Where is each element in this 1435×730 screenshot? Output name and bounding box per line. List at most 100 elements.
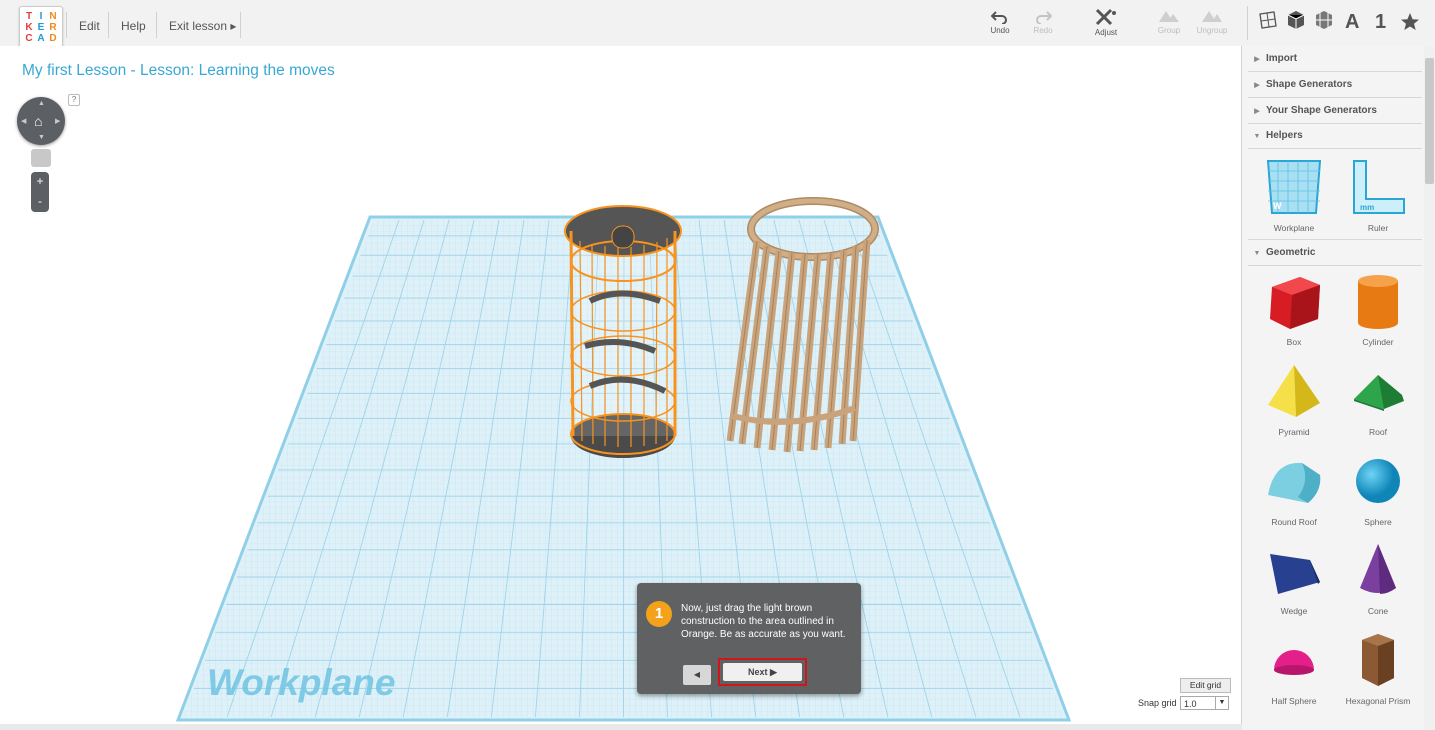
exit-lesson-menu[interactable]: Exit lesson ▸ [169, 19, 236, 33]
chevron-down-icon: ▼ [1253, 133, 1261, 140]
section-import[interactable]: ▶ Import [1248, 46, 1422, 72]
box-icon [1270, 277, 1320, 329]
shape-hexagonal-prism[interactable]: Hexagonal Prism [1336, 627, 1420, 706]
snap-grid-value: 1.0 [1184, 699, 1197, 709]
section-helpers[interactable]: ▼ Helpers [1248, 123, 1422, 149]
section-label: Import [1266, 53, 1298, 64]
design-canvas[interactable]: My first Lesson - Lesson: Learning the m… [0, 46, 1242, 724]
chevron-down-icon: ▼ [1215, 697, 1228, 709]
shape-wedge[interactable]: Wedge [1252, 537, 1336, 616]
adjust-button[interactable]: Adjust [1086, 8, 1126, 37]
half-sphere-icon [1274, 650, 1314, 675]
ruler-icon: mm [1353, 160, 1405, 214]
ungroup-label: Ungroup [1196, 26, 1228, 35]
pyramid-icon [1268, 365, 1320, 417]
wireframe-view-icon[interactable] [1314, 10, 1334, 30]
shape-sphere[interactable]: Sphere [1336, 448, 1420, 527]
shape-label: Hexagonal Prism [1345, 696, 1411, 706]
workplane-grid[interactable] [0, 46, 1241, 724]
chevron-down-icon: ▼ [1253, 250, 1261, 257]
chevron-right-icon: ▶ [1254, 108, 1260, 115]
shape-round-roof[interactable]: Round Roof [1252, 448, 1336, 527]
logo-letter: N [49, 10, 57, 22]
edit-grid-button[interactable]: Edit grid [1180, 678, 1231, 693]
logo-letter: T [25, 10, 33, 22]
section-label: Geometric [1266, 247, 1316, 258]
redo-label: Redo [1033, 26, 1053, 35]
helper-ruler[interactable]: mm Ruler [1336, 154, 1420, 233]
group-label: Group [1157, 26, 1181, 35]
divider [66, 12, 67, 38]
section-your-shape-generators[interactable]: ▶ Your Shape Generators [1248, 98, 1422, 124]
shape-label: Sphere [1364, 517, 1392, 527]
shape-pyramid[interactable]: Pyramid [1252, 358, 1336, 437]
section-geometric[interactable]: ▼ Geometric [1248, 239, 1422, 266]
adjust-label: Adjust [1094, 28, 1118, 37]
undo-icon [991, 11, 1007, 24]
next-button[interactable]: Next ▶ [723, 663, 802, 681]
workplane-icon: W [1266, 160, 1322, 214]
redo-button[interactable]: Redo [1023, 8, 1063, 35]
section-label: Helpers [1266, 130, 1303, 141]
chevron-right-icon: ▶ [1254, 56, 1260, 63]
grid-view-icon[interactable] [1258, 10, 1278, 30]
logo-letter: D [49, 32, 57, 44]
shape-label: Cylinder [1362, 337, 1394, 347]
adjust-icon [1095, 8, 1116, 26]
logo-letter: E [37, 21, 45, 33]
scrollbar-thumb[interactable] [1425, 58, 1434, 184]
wedge-icon [1270, 554, 1320, 594]
section-label: Your Shape Generators [1266, 105, 1377, 116]
helper-workplane[interactable]: W Workplane [1252, 154, 1336, 233]
logo-letter: I [39, 10, 43, 22]
roof-icon [1354, 375, 1404, 411]
undo-label: Undo [990, 26, 1010, 35]
shape-label: Pyramid [1278, 427, 1310, 437]
divider [1247, 6, 1248, 40]
shape-label: Ruler [1367, 223, 1389, 233]
lesson-tip-popup: 1 Now, just drag the light brown constru… [637, 583, 861, 694]
logo-letter: A [37, 32, 45, 44]
section-label: Shape Generators [1266, 79, 1353, 90]
ungroup-button[interactable]: Ungroup [1192, 8, 1232, 35]
help-menu[interactable]: Help [121, 19, 146, 33]
snap-grid-label: Snap grid [1138, 698, 1177, 708]
chevron-right-icon: ▶ [1254, 82, 1260, 89]
shape-roof[interactable]: Roof [1336, 358, 1420, 437]
cylinder-icon [1358, 275, 1398, 329]
tinkercad-logo[interactable]: T I N K E R C A D [19, 6, 63, 48]
shape-cylinder[interactable]: Cylinder [1336, 268, 1420, 347]
snap-grid-select[interactable]: 1.0 ▼ [1180, 696, 1229, 710]
solid-view-icon[interactable] [1286, 10, 1306, 30]
shape-cone[interactable]: Cone [1336, 537, 1420, 616]
divider [156, 12, 157, 38]
text-shape-icon[interactable]: A [1345, 11, 1359, 34]
shape-half-sphere[interactable]: Half Sphere [1252, 627, 1336, 706]
section-shape-generators[interactable]: ▶ Shape Generators [1248, 72, 1422, 98]
shape-box[interactable]: Box [1252, 268, 1336, 347]
svg-text:mm: mm [1360, 203, 1374, 212]
step-number-badge: 1 [646, 601, 672, 627]
shape-label: Roof [1369, 427, 1387, 437]
undo-button[interactable]: Undo [980, 8, 1020, 35]
tip-text: Now, just drag the light brown construct… [681, 603, 846, 640]
orange-outline-tower[interactable] [564, 205, 682, 458]
divider [108, 12, 109, 38]
svg-text:W: W [1273, 201, 1282, 211]
star-icon[interactable] [1400, 12, 1420, 32]
round-roof-icon [1268, 462, 1321, 503]
logo-letter: C [25, 32, 33, 44]
next-button-highlight: Next ▶ [718, 658, 807, 686]
number-shape-icon[interactable]: 1 [1375, 11, 1386, 34]
sidebar-scrollbar[interactable] [1424, 46, 1435, 730]
group-button[interactable]: Group [1149, 8, 1189, 35]
top-toolbar: T I N K E R C A D Edit Help Exit lesson … [0, 0, 1435, 48]
logo-letter: R [49, 21, 57, 33]
cone-icon [1360, 544, 1396, 594]
edit-menu[interactable]: Edit [79, 19, 100, 33]
sphere-icon [1356, 459, 1400, 503]
hexagonal-prism-icon [1362, 634, 1394, 686]
divider [240, 12, 241, 38]
previous-button[interactable]: ◀ [683, 665, 711, 685]
shapes-sidebar: ▶ Import ▶ Shape Generators ▶ Your Shape Ge… [1242, 46, 1435, 730]
